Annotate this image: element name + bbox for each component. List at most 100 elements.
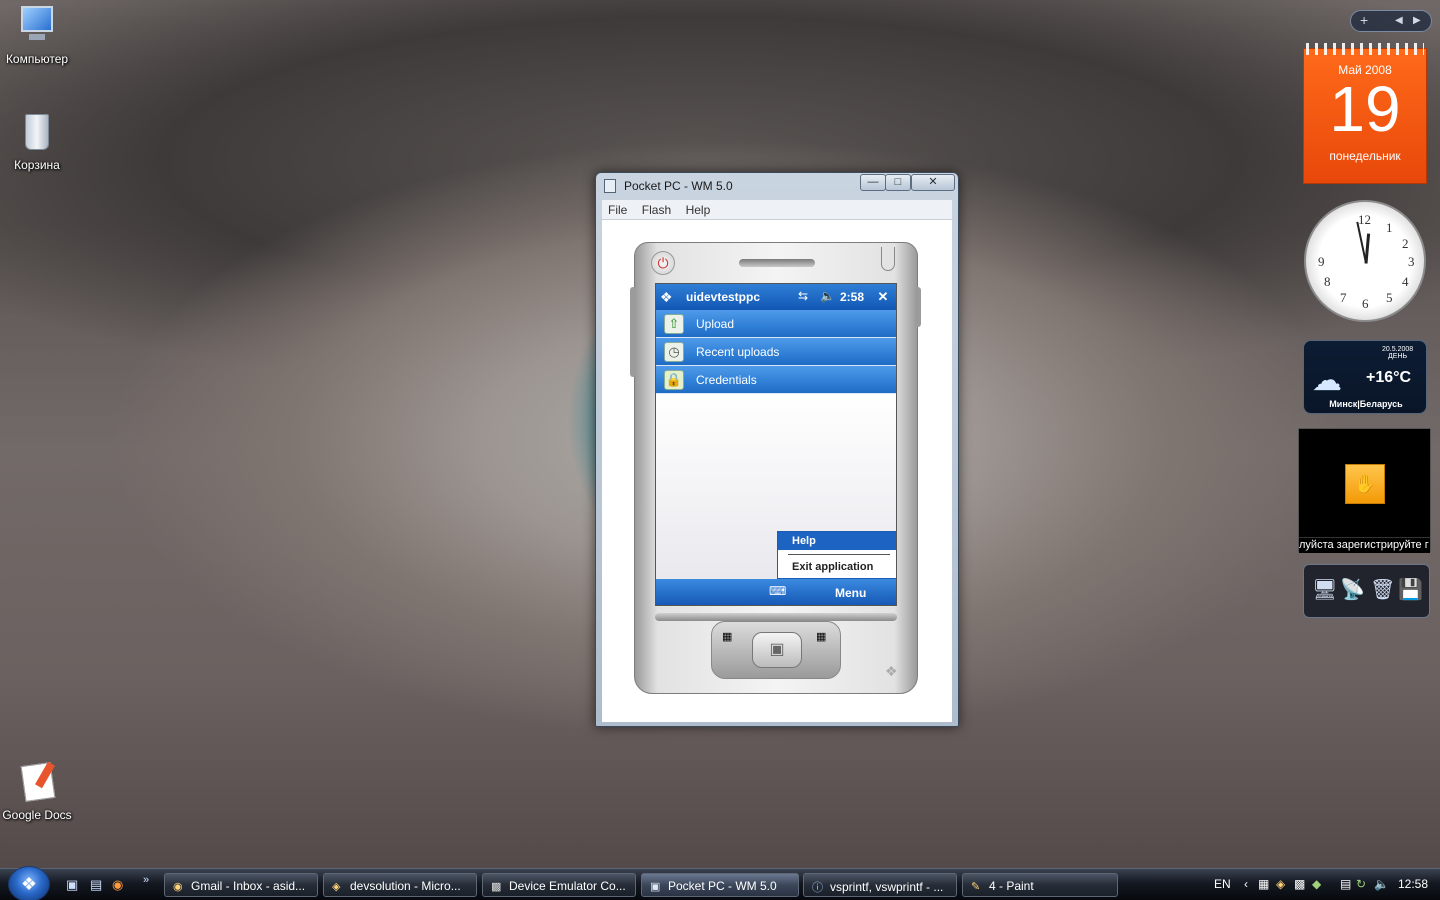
show-desktop-icon[interactable]: ▣ — [66, 877, 78, 893]
language-indicator[interactable]: EN — [1214, 877, 1231, 891]
clock-numeral: 5 — [1386, 290, 1393, 305]
floppy-disk-icon[interactable]: 💾 — [1398, 577, 1423, 602]
taskbar-button-vsprintf[interactable]: ⓘ vsprintf, vswprintf - ... — [803, 873, 957, 897]
pda-clock[interactable]: 2:58 — [840, 290, 864, 304]
previous-icon[interactable]: ◀ — [1395, 15, 1403, 26]
pda-popup-menu: Help Exit application — [777, 531, 896, 579]
taskbar-button-paint[interactable]: ✎ 4 - Paint — [962, 873, 1118, 897]
window-titlebar[interactable]: Pocket PC - WM 5.0 — □ ✕ — [596, 173, 958, 199]
volume-mute-icon[interactable]: 🔈 — [1374, 877, 1389, 891]
clock-gadget[interactable]: 12 1 2 3 4 5 6 7 8 9 — [1304, 200, 1426, 322]
switch-windows-icon[interactable]: ▤ — [90, 877, 102, 893]
minimize-button[interactable]: — — [860, 174, 886, 191]
clock-numeral: 2 — [1402, 236, 1409, 251]
menu-help[interactable]: Help — [680, 200, 715, 217]
weather-period: ДЕНЬ — [1388, 353, 1408, 360]
slideshow-gadget[interactable]: ✋ луйста зарегистрируйте г — [1298, 428, 1431, 553]
device-screen: ❖ uidevtestppc ⇆ 🔈 2:58 ✕ ⇧ Upload ◷ Rec… — [655, 283, 897, 606]
firefox-icon[interactable]: ◉ — [112, 877, 123, 893]
google-docs-icon — [15, 760, 59, 804]
menu-flash[interactable]: Flash — [636, 200, 675, 217]
tray-app-icon[interactable]: ◈ — [1276, 877, 1285, 891]
upload-icon: ⇧ — [664, 314, 684, 334]
system-clock[interactable]: 12:58 — [1398, 877, 1428, 891]
pda-app-title: uidevtestppc — [686, 290, 761, 304]
softkey-menu[interactable]: Menu — [835, 586, 866, 600]
popup-item-help[interactable]: Help — [778, 532, 896, 550]
calendar-weekday: понедельник — [1329, 149, 1401, 163]
pda-list-item-upload[interactable]: ⇧ Upload — [656, 310, 896, 338]
visual-studio-icon: ◈ — [332, 881, 341, 893]
clock-numeral: 1 — [1386, 220, 1393, 235]
contacts-key-icon[interactable]: ▦ — [816, 630, 826, 643]
tray-app-icon[interactable]: ◆ — [1312, 877, 1321, 891]
desktop-icon-recycle-bin[interactable]: Корзина — [0, 110, 74, 172]
network-icon[interactable]: 📡 — [1340, 577, 1365, 602]
next-icon[interactable]: ▶ — [1413, 15, 1421, 26]
taskbar-button-label: vsprintf, vswprintf - ... — [830, 880, 944, 894]
tray-app-icon[interactable]: ▦ — [1258, 877, 1269, 891]
desktop-icon-computer[interactable]: Компьютер — [0, 4, 74, 66]
clock-numeral: 8 — [1324, 274, 1331, 289]
power-icon[interactable]: ⏻ — [651, 251, 675, 275]
windows-flag-icon[interactable]: ❖ — [660, 289, 673, 306]
desktop-icon-label: Google Docs — [2, 808, 72, 822]
app-icon — [604, 179, 616, 193]
desktop-icon-google-docs[interactable]: Google Docs — [0, 760, 74, 822]
taskbar-button-label: devsolution - Micro... — [350, 879, 461, 893]
menu-bar: File Flash Help — [602, 200, 952, 220]
sync-icon[interactable]: ↻ — [1356, 877, 1366, 891]
device-side-button-left[interactable] — [630, 287, 636, 377]
add-gadget-icon[interactable]: + — [1360, 12, 1368, 28]
maximize-button[interactable]: □ — [885, 174, 911, 191]
taskbar-button-pocket-pc[interactable]: ▣ Pocket PC - WM 5.0 — [641, 873, 799, 897]
taskbar-button-devsolution[interactable]: ◈ devsolution - Micro... — [323, 873, 477, 897]
network-icon[interactable]: ▤ — [1340, 877, 1351, 891]
popup-item-exit[interactable]: Exit application — [778, 555, 896, 573]
device-nav-pad[interactable]: ▦ ▣ ▦ — [711, 621, 841, 679]
connectivity-icon[interactable]: ⇆ — [798, 289, 808, 303]
weather-date-value: 20.5.2008 — [1382, 346, 1414, 353]
volume-mute-icon[interactable]: 🔈 — [820, 289, 835, 303]
calendar-gadget[interactable]: Май 2008 19 понедельник — [1303, 43, 1427, 184]
console-icon: ▩ — [491, 881, 502, 893]
pda-list-item-label: Upload — [696, 317, 735, 331]
pda-softkey-bar: ⌨ Menu — [656, 579, 896, 605]
taskbar-button-label: Device Emulator Co... — [509, 879, 626, 893]
computer-icon[interactable]: 🖥 — [1312, 577, 1337, 602]
device-speaker — [739, 259, 815, 267]
device-side-button-right[interactable] — [915, 287, 921, 327]
tray-app-icon[interactable]: ▩ — [1294, 877, 1305, 891]
pda-list-item-label: Credentials — [696, 373, 757, 387]
taskbar-button-device-emulator[interactable]: ▩ Device Emulator Co... — [482, 873, 636, 897]
emulator-window: Pocket PC - WM 5.0 — □ ✕ File Flash Help… — [595, 172, 959, 727]
pda-close-button[interactable]: ✕ — [874, 288, 892, 306]
hand-cursor-icon: ✋ — [1345, 464, 1385, 504]
tray-expand-icon[interactable]: ‹ — [1244, 877, 1248, 891]
device-bezel-bar — [655, 613, 897, 621]
calendar-key-icon[interactable]: ▦ — [722, 630, 732, 643]
taskbar-button-label: 4 - Paint — [989, 879, 1034, 893]
recycle-bin-icon — [15, 110, 59, 154]
pda-list-item-credentials[interactable]: 🔒 Credentials — [656, 366, 896, 394]
keyboard-icon[interactable]: ⌨ — [769, 584, 786, 598]
help-icon: ⓘ — [812, 882, 823, 894]
taskbar-button-label: Pocket PC - WM 5.0 — [668, 879, 777, 893]
taskbar-button-gmail[interactable]: ◉ Gmail - Inbox - asid... — [164, 873, 318, 897]
pocket-pc-device: ⏻ ❖ uidevtestppc ⇆ 🔈 2:58 ✕ ⇧ Upload ◷ R… — [630, 242, 921, 694]
quicklaunch-overflow-icon[interactable]: » — [143, 874, 149, 886]
clock-numeral: 12 — [1358, 212, 1371, 227]
clock-numeral: 7 — [1340, 290, 1347, 305]
pda-list-item-recent-uploads[interactable]: ◷ Recent uploads — [656, 338, 896, 366]
dpad-center-button[interactable]: ▣ — [752, 632, 802, 668]
start-button[interactable]: ❖ — [8, 866, 50, 900]
desktop-icon-label: Компьютер — [5, 52, 69, 66]
menu-file[interactable]: File — [602, 200, 631, 217]
windows-logo-icon: ❖ — [885, 663, 898, 679]
weather-gadget[interactable]: 20.5.2008 ДЕНЬ ☁ +16°C Минск|Беларусь — [1303, 340, 1427, 414]
close-button[interactable]: ✕ — [911, 174, 955, 191]
taskbar: ❖ ▣ ▤ ◉ » ◉ Gmail - Inbox - asid... ◈ devs… — [0, 866, 1440, 900]
recycle-bin-icon[interactable]: 🗑 — [1370, 577, 1395, 602]
rain-cloud-icon: ☁ — [1312, 364, 1342, 397]
calendar-day: 19 — [1329, 73, 1401, 145]
